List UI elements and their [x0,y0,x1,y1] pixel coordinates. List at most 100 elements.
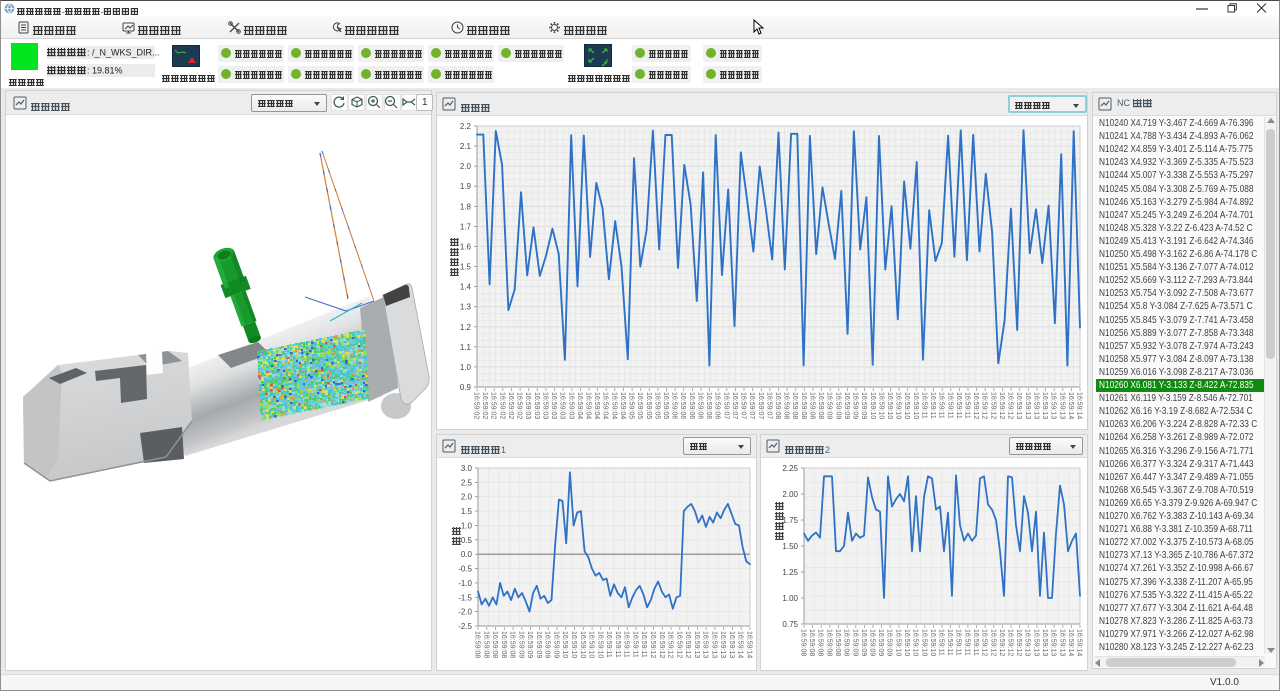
svg-text:16:59:11: 16:59:11 [946,629,953,656]
svg-text:16:59:11: 16:59:11 [938,392,945,419]
svg-text:1.5: 1.5 [461,507,473,516]
svg-text:16:59:11: 16:59:11 [972,629,979,656]
svg-text:16:59:10: 16:59:10 [912,629,919,656]
svg-text:16:59:13: 16:59:13 [1050,629,1057,656]
svg-text:16:59:14: 16:59:14 [737,631,744,658]
svg-text:16:59:13: 16:59:13 [1041,392,1048,419]
svg-text:16:59:13: 16:59:13 [1032,392,1039,419]
svg-text:1.3: 1.3 [460,303,472,312]
svg-text:16:59:07: 16:59:07 [722,392,729,419]
svg-text:16:59:12: 16:59:12 [989,392,996,419]
svg-text:16:59:09: 16:59:09 [852,392,859,419]
svg-text:16:59:08: 16:59:08 [809,392,816,419]
svg-text:16:59:11: 16:59:11 [929,392,936,419]
svg-text:2.00: 2.00 [782,490,798,499]
svg-text:1.0: 1.0 [460,363,472,372]
svg-text:16:59:08: 16:59:08 [808,629,815,656]
svg-text:16:59:14: 16:59:14 [1067,629,1074,656]
svg-text:16:59:03: 16:59:03 [559,392,566,419]
svg-text:16:59:08: 16:59:08 [474,631,481,658]
svg-text:16:59:10: 16:59:10 [588,631,595,658]
svg-text:16:59:14: 16:59:14 [1076,392,1083,419]
svg-text:16:59:09: 16:59:09 [860,392,867,419]
svg-text:16:59:08: 16:59:08 [791,392,798,419]
svg-text:2.0: 2.0 [461,493,473,502]
svg-text:16:59:10: 16:59:10 [579,631,586,658]
svg-text:16:59:13: 16:59:13 [710,631,717,658]
svg-text:16:59:07: 16:59:07 [731,392,738,419]
svg-text:16:59:09: 16:59:09 [843,392,850,419]
svg-text:16:59:04: 16:59:04 [585,392,592,419]
svg-text:16:59:10: 16:59:10 [570,631,577,658]
svg-text:2.25: 2.25 [782,464,798,473]
svg-text:-2.5: -2.5 [458,622,472,631]
svg-text:16:59:09: 16:59:09 [526,631,533,658]
svg-text:16:59:02: 16:59:02 [516,392,523,419]
svg-text:0.0: 0.0 [461,550,473,559]
svg-text:16:59:08: 16:59:08 [482,631,489,658]
svg-text:16:59:13: 16:59:13 [693,631,700,658]
svg-text:16:59:07: 16:59:07 [765,392,772,419]
svg-text:16:59:02: 16:59:02 [498,392,505,419]
svg-text:16:59:03: 16:59:03 [541,392,548,419]
svg-text:16:59:13: 16:59:13 [728,631,735,658]
svg-text:16:59:12: 16:59:12 [684,631,691,658]
svg-text:16:59:08: 16:59:08 [800,392,807,419]
svg-text:16:59:12: 16:59:12 [675,631,682,658]
svg-text:1.7: 1.7 [460,222,472,231]
svg-text:16:59:08: 16:59:08 [774,392,781,419]
svg-text:16:59:10: 16:59:10 [596,631,603,658]
svg-text:16:59:11: 16:59:11 [938,629,945,656]
svg-text:16:59:12: 16:59:12 [981,629,988,656]
svg-text:16:59:08: 16:59:08 [509,631,516,658]
svg-text:3.0: 3.0 [461,464,473,473]
svg-text:1.2: 1.2 [460,323,472,332]
svg-text:16:59:06: 16:59:06 [671,392,678,419]
svg-text:16:59:07: 16:59:07 [757,392,764,419]
svg-text:16:59:10: 16:59:10 [886,392,893,419]
svg-text:16:59:11: 16:59:11 [946,392,953,419]
svg-text:16:59:08: 16:59:08 [834,629,841,656]
svg-text:16:59:11: 16:59:11 [623,631,630,658]
svg-text:2.1: 2.1 [460,142,472,151]
svg-text:16:59:10: 16:59:10 [869,392,876,419]
svg-text:16:59:12: 16:59:12 [1007,392,1014,419]
svg-text:16:59:10: 16:59:10 [561,631,568,658]
svg-text:-2.0: -2.0 [458,608,472,617]
svg-text:16:59:05: 16:59:05 [645,392,652,419]
svg-text:16:59:08: 16:59:08 [783,392,790,419]
svg-text:-1.0: -1.0 [458,579,472,588]
svg-text:1.5: 1.5 [460,263,472,272]
svg-text:16:59:02: 16:59:02 [481,392,488,419]
svg-text:16:59:14: 16:59:14 [1067,392,1074,419]
svg-text:16:59:07: 16:59:07 [748,392,755,419]
svg-text:16:59:14: 16:59:14 [1076,629,1083,656]
svg-text:16:59:12: 16:59:12 [981,392,988,419]
svg-text:1.25: 1.25 [782,568,798,577]
svg-text:2.5: 2.5 [461,478,473,487]
svg-text:16:59:10: 16:59:10 [912,392,919,419]
svg-text:16:59:10: 16:59:10 [895,392,902,419]
svg-text:16:59:13: 16:59:13 [1050,392,1057,419]
svg-text:16:59:11: 16:59:11 [955,629,962,656]
svg-text:16:59:09: 16:59:09 [553,631,560,658]
svg-text:2.0: 2.0 [460,162,472,171]
svg-text:16:59:08: 16:59:08 [843,629,850,656]
svg-text:16:59:03: 16:59:03 [550,392,557,419]
svg-text:1.75: 1.75 [782,516,798,525]
svg-text:16:59:10: 16:59:10 [929,629,936,656]
svg-text:16:59:13: 16:59:13 [1058,629,1065,656]
svg-text:16:59:05: 16:59:05 [628,392,635,419]
svg-text:1.6: 1.6 [460,242,472,251]
svg-text:16:59:11: 16:59:11 [963,629,970,656]
svg-text:16:59:10: 16:59:10 [894,629,901,656]
svg-text:16:59:07: 16:59:07 [740,392,747,419]
svg-text:16:59:04: 16:59:04 [619,392,626,419]
svg-text:16:59:06: 16:59:06 [697,392,704,419]
svg-text:16:59:13: 16:59:13 [1041,629,1048,656]
svg-text:16:59:09: 16:59:09 [851,629,858,656]
svg-text:16:59:05: 16:59:05 [653,392,660,419]
svg-text:16:59:02: 16:59:02 [507,392,514,419]
svg-text:16:59:11: 16:59:11 [920,392,927,419]
svg-text:16:59:13: 16:59:13 [719,631,726,658]
